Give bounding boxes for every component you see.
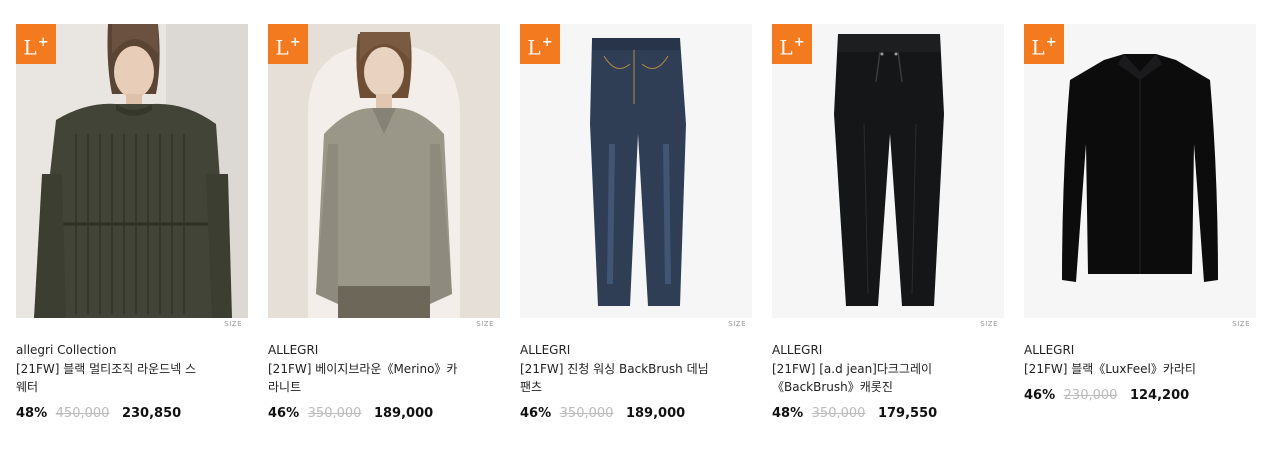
product-brand: ALLEGRI [1024,343,1075,357]
size-label[interactable]: SIZE [1232,320,1250,328]
product-title[interactable]: [21FW] [a.d jean]다크그레이 《BackBrush》캐롯진 [772,360,988,396]
product-image[interactable]: L+ [1024,24,1256,318]
original-price: 230,000 [1063,388,1118,403]
discount-rate: 46% [520,406,552,421]
product-brand: allegri Collection [16,343,117,357]
product-image[interactable]: L+ [16,24,248,318]
product-price: 48% 450,000 230,850 [16,406,248,422]
lplus-badge: L+ [16,24,56,64]
product-title-line2: 《BackBrush》캐롯진 [772,380,893,394]
size-label[interactable]: SIZE [980,320,998,328]
product-card[interactable]: L+ SIZE ALLEGRI [21FW] 진청 워싱 BackBrush 데… [520,24,752,422]
product-title-line1: [21FW] [a.d jean]다크그레이 [772,362,933,376]
lplus-badge: L+ [520,24,560,64]
lplus-badge: L+ [268,24,308,64]
size-label[interactable]: SIZE [224,320,242,328]
size-label[interactable]: SIZE [728,320,746,328]
original-price: 350,000 [811,406,866,421]
product-price: 46% 230,000 124,200 [1024,388,1256,404]
denim-pants-photo [520,24,752,318]
product-title[interactable]: [21FW] 블랙 멀티조직 라운드넥 스 웨터 [16,360,232,396]
knit-polo-model-photo [268,24,500,318]
product-brand: ALLEGRI [520,343,571,357]
product-brand: ALLEGRI [268,343,319,357]
product-brand: ALLEGRI [772,343,823,357]
collar-tee-photo [1024,24,1256,318]
product-title-line1: [21FW] 블랙《LuxFeel》카라티 [1024,362,1196,376]
sale-price: 179,550 [877,406,938,421]
product-title-line2: 웨터 [16,380,39,394]
sale-price: 189,000 [373,406,434,421]
original-price: 450,000 [55,406,110,421]
product-price: 48% 350,000 179,550 [772,406,1004,422]
lplus-badge: L+ [1024,24,1064,64]
product-price: 46% 350,000 189,000 [268,406,500,422]
sale-price: 124,200 [1129,388,1190,403]
original-price: 350,000 [559,406,614,421]
product-title-line2: 라니트 [268,380,302,394]
original-price: 350,000 [307,406,362,421]
product-price: 46% 350,000 189,000 [520,406,752,422]
product-title[interactable]: [21FW] 블랙《LuxFeel》카라티 [1024,360,1240,378]
discount-rate: 46% [1024,388,1056,403]
product-title-line1: [21FW] 진청 워싱 BackBrush 데님 [520,362,709,376]
sale-price: 230,850 [121,406,182,421]
discount-rate: 48% [16,406,48,421]
discount-rate: 48% [772,406,804,421]
carrot-jeans-photo [772,24,1004,318]
discount-rate: 46% [268,406,300,421]
product-title[interactable]: [21FW] 베이지브라운《Merino》카 라니트 [268,360,484,396]
product-image[interactable]: L+ [772,24,1004,318]
product-image[interactable]: L+ [268,24,500,318]
product-title[interactable]: [21FW] 진청 워싱 BackBrush 데님 팬츠 [520,360,736,396]
product-title-line1: [21FW] 베이지브라운《Merino》카 [268,362,458,376]
product-card[interactable]: L+ SIZE ALLEGRI [21FW] 베이지브라운《Merino》카 라… [268,24,500,422]
sweater-model-photo [16,24,248,318]
size-label[interactable]: SIZE [476,320,494,328]
lplus-badge: L+ [772,24,812,64]
product-card[interactable]: L+ SIZE ALLEGRI [21FW] 블랙《LuxFeel》카라티 46… [1024,24,1256,404]
product-grid: L+ SIZE allegri Collection [21FW] 블랙 멀티조… [0,0,1266,454]
product-title-line1: [21FW] 블랙 멀티조직 라운드넥 스 [16,362,197,376]
product-card[interactable]: L+ SIZE allegri Collection [21FW] 블랙 멀티조… [16,24,248,422]
product-card[interactable]: L+ SIZE ALLEGRI [21FW] [a.d jean]다크그레이 《… [772,24,1004,422]
product-title-line2: 팬츠 [520,380,543,394]
sale-price: 189,000 [625,406,686,421]
product-image[interactable]: L+ [520,24,752,318]
